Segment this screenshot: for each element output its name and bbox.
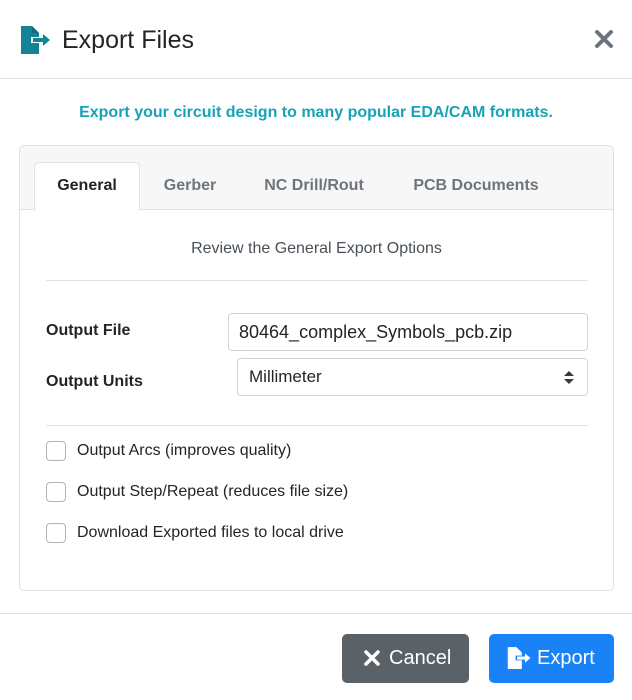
file-export-icon [21,26,50,54]
sort-arrows-icon [564,371,574,384]
tab-pcb-documents[interactable]: PCB Documents [392,162,560,210]
divider [46,280,588,281]
divider [46,425,588,426]
output-arcs-label: Output Arcs (improves quality) [77,442,292,459]
dialog-subtitle: Export your circuit design to many popul… [79,104,553,121]
export-label: Export [537,647,595,669]
section-heading: Review the General Export Options [191,240,442,257]
output-units-label: Output Units [46,373,143,390]
file-export-icon [507,647,531,669]
cancel-label: Cancel [389,647,452,669]
footer-divider [0,613,632,614]
dialog-title: Export Files [62,26,194,54]
download-local-checkbox[interactable] [46,523,66,543]
close-icon [364,650,380,666]
dialog-header: Export Files [0,0,632,79]
output-file-label: Output File [46,322,131,339]
output-units-value: Millimeter [249,367,322,386]
close-icon[interactable] [594,28,614,50]
tab-nc-drill-rout[interactable]: NC Drill/Rout [246,162,382,210]
tab-bar: General Gerber NC Drill/Rout PCB Documen… [20,146,613,211]
output-file-input[interactable]: 80464_complex_Symbols_pcb.zip [228,313,588,351]
tab-gerber[interactable]: Gerber [144,162,236,210]
output-step-repeat-label: Output Step/Repeat (reduces file size) [77,483,349,500]
download-local-label: Download Exported files to local drive [77,524,344,541]
export-options-card: General Gerber NC Drill/Rout PCB Documen… [19,145,614,591]
export-button[interactable]: Export [489,634,614,683]
output-units-select[interactable]: Millimeter [237,358,588,396]
cancel-button[interactable]: Cancel [342,634,469,683]
tab-general[interactable]: General [34,162,140,211]
output-arcs-checkbox[interactable] [46,441,66,461]
output-step-repeat-checkbox[interactable] [46,482,66,502]
